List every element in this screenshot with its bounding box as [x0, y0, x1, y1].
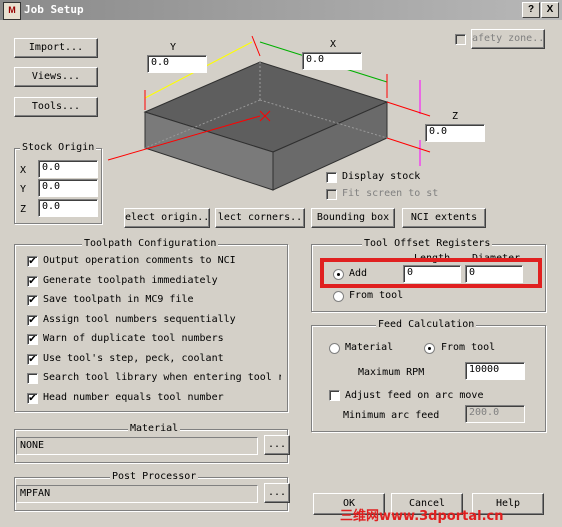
tools-button[interactable]: Tools... [14, 97, 98, 117]
toolpath-option-label: Search tool library when entering tool r [43, 372, 281, 383]
toolpath-option-checkbox[interactable] [27, 373, 38, 384]
toolpath-option-label: Head number equals tool number [43, 392, 224, 403]
feed-from-tool-label: From tool [441, 342, 496, 353]
material-title: Material [128, 423, 181, 434]
watermark: 三维网www.3dportal.cn [340, 509, 504, 524]
safety-zone-checkbox[interactable] [455, 34, 466, 45]
select-origin-button[interactable]: elect origin.. [124, 208, 210, 228]
feed-calc-title: Feed Calculation [376, 319, 477, 330]
stock-origin-title: Stock Origin [20, 142, 97, 153]
post-processor-title: Post Processor [110, 471, 199, 482]
display-stock-label: Display stock [342, 171, 421, 182]
close-button[interactable]: X [541, 2, 559, 18]
fit-screen-checkbox[interactable] [326, 189, 337, 200]
fit-screen-label: Fit screen to st [342, 188, 439, 199]
feed-material-radio[interactable] [329, 343, 340, 354]
toolpath-option-checkbox[interactable]: ✔ [27, 256, 38, 267]
help-title-button[interactable]: ? [522, 2, 540, 18]
bounding-box-button[interactable]: Bounding box [311, 208, 395, 228]
material-field[interactable]: NONE [16, 437, 258, 455]
min-arc-feed-label: Minimum arc feed [343, 410, 440, 421]
toolpath-option-label: Save toolpath in MC9 file [43, 294, 194, 305]
feed-from-tool-radio[interactable] [424, 343, 435, 354]
origin-x-field[interactable]: 0.0 [38, 160, 98, 178]
toolpath-option-checkbox[interactable]: ✔ [27, 354, 38, 365]
toolpath-option-label: Generate toolpath immediately [43, 275, 218, 286]
origin-y-label: Y [20, 184, 27, 195]
post-processor-field[interactable]: MPFAN [16, 485, 258, 503]
toolpath-option-label: Assign tool numbers sequentially [43, 314, 236, 325]
app-icon: M [3, 2, 21, 20]
toolpath-option-checkbox[interactable]: ✔ [27, 393, 38, 404]
toolpath-option-checkbox[interactable]: ✔ [27, 315, 38, 326]
stock-x-label: X [330, 39, 337, 50]
toolpath-option-checkbox[interactable]: ✔ [27, 295, 38, 306]
post-browse-button[interactable]: ... [264, 483, 290, 503]
stock-x-field[interactable]: 0.0 [302, 52, 362, 70]
stock-z-label: Z [452, 111, 459, 122]
display-stock-checkbox[interactable] [326, 172, 337, 183]
toolpath-option-label: Output operation comments to NCI [43, 255, 236, 266]
highlight-annotation [320, 258, 542, 288]
origin-x-label: X [20, 165, 27, 176]
toolpath-option-label: Use tool's step, peck, coolant [43, 353, 224, 364]
toolpath-option-checkbox[interactable]: ✔ [27, 276, 38, 287]
adjust-feed-label: Adjust feed on arc move [345, 390, 484, 401]
import-button[interactable]: Import... [14, 38, 98, 58]
min-arc-feed-field[interactable]: 200.0 [465, 405, 525, 423]
nci-extents-button[interactable]: NCI extents [402, 208, 486, 228]
origin-y-field[interactable]: 0.0 [38, 179, 98, 197]
tool-offset-title: Tool Offset Registers [362, 238, 493, 249]
offset-from-tool-radio[interactable] [333, 291, 344, 302]
safety-zone-button[interactable]: afety zone... [471, 29, 545, 49]
title-bar: M Job Setup ? X [0, 0, 562, 20]
window-title: Job Setup [24, 3, 84, 16]
stock-y-field[interactable]: 0.0 [147, 55, 207, 73]
stock-z-field[interactable]: 0.0 [425, 124, 485, 142]
toolpath-config-group [14, 244, 288, 412]
origin-z-field[interactable]: 0.0 [38, 199, 98, 217]
views-button[interactable]: Views... [14, 67, 98, 87]
stock-y-label: Y [170, 42, 177, 53]
select-corners-button[interactable]: lect corners.. [215, 208, 305, 228]
toolpath-option-checkbox[interactable]: ✔ [27, 334, 38, 345]
toolpath-config-title: Toolpath Configuration [82, 238, 219, 249]
job-setup-window: M Job Setup ? X Import... Views... Tools… [0, 0, 562, 527]
toolpath-option-label: Warn of duplicate tool numbers [43, 333, 224, 344]
origin-z-label: Z [20, 204, 27, 215]
max-rpm-field[interactable]: 10000 [465, 362, 525, 380]
offset-from-tool-label: From tool [349, 290, 404, 301]
material-browse-button[interactable]: ... [264, 435, 290, 455]
adjust-feed-checkbox[interactable] [329, 390, 340, 401]
max-rpm-label: Maximum RPM [358, 367, 425, 378]
feed-material-label: Material [345, 342, 394, 353]
